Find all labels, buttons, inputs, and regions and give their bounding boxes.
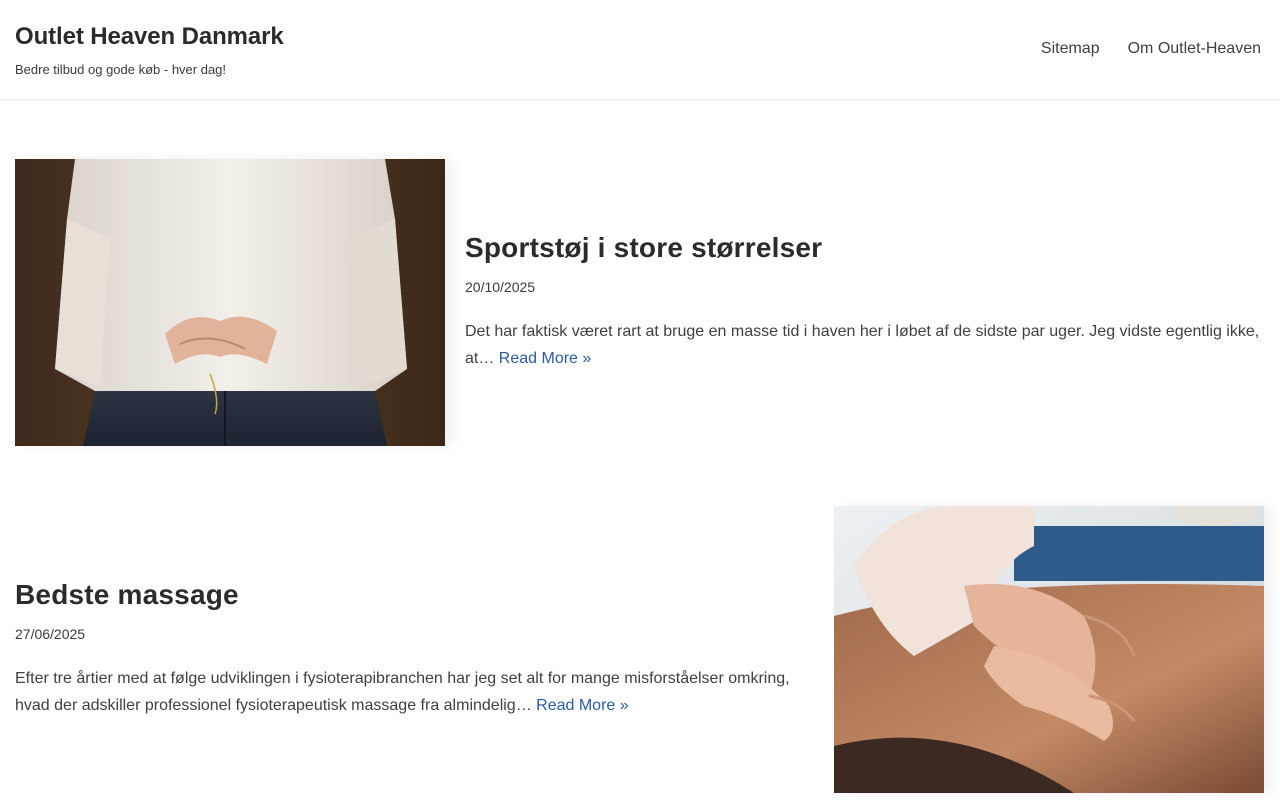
post-date: 20/10/2025 (465, 279, 536, 295)
main-nav: Sitemap Om Outlet-Heaven (1041, 40, 1261, 58)
read-more-link[interactable]: Read More » (536, 697, 629, 714)
post-thumbnail[interactable] (834, 506, 1264, 793)
massage-photo (834, 506, 1264, 793)
post-title[interactable]: Bedste massage (15, 576, 805, 614)
site-tagline: Bedre tilbud og gode køb - hver dag! (15, 62, 227, 77)
post-excerpt: Det har faktisk været rart at bruge en m… (465, 318, 1265, 372)
post-card: Sportstøj i store størrelser 20/10/2025 … (15, 159, 1265, 446)
post-title[interactable]: Sportstøj i store størrelser (465, 229, 1265, 267)
sweater-photo (15, 159, 445, 446)
site-header: Outlet Heaven Danmark Bedre tilbud og go… (0, 0, 1280, 100)
post-body: Sportstøj i store størrelser 20/10/2025 … (465, 229, 1265, 372)
post-excerpt-text: Efter tre årtier med at følge udviklinge… (15, 670, 790, 714)
nav-item-om-outlet-heaven[interactable]: Om Outlet-Heaven (1128, 40, 1261, 58)
post-thumbnail[interactable] (15, 159, 445, 446)
site-title[interactable]: Outlet Heaven Danmark (15, 23, 284, 51)
nav-item-sitemap[interactable]: Sitemap (1041, 40, 1100, 58)
post-date: 27/06/2025 (15, 626, 86, 642)
read-more-link[interactable]: Read More » (499, 350, 592, 367)
post-excerpt: Efter tre årtier med at følge udviklinge… (15, 665, 805, 719)
post-card: Bedste massage 27/06/2025 Efter tre årti… (15, 506, 1265, 793)
post-body: Bedste massage 27/06/2025 Efter tre årti… (15, 576, 805, 719)
